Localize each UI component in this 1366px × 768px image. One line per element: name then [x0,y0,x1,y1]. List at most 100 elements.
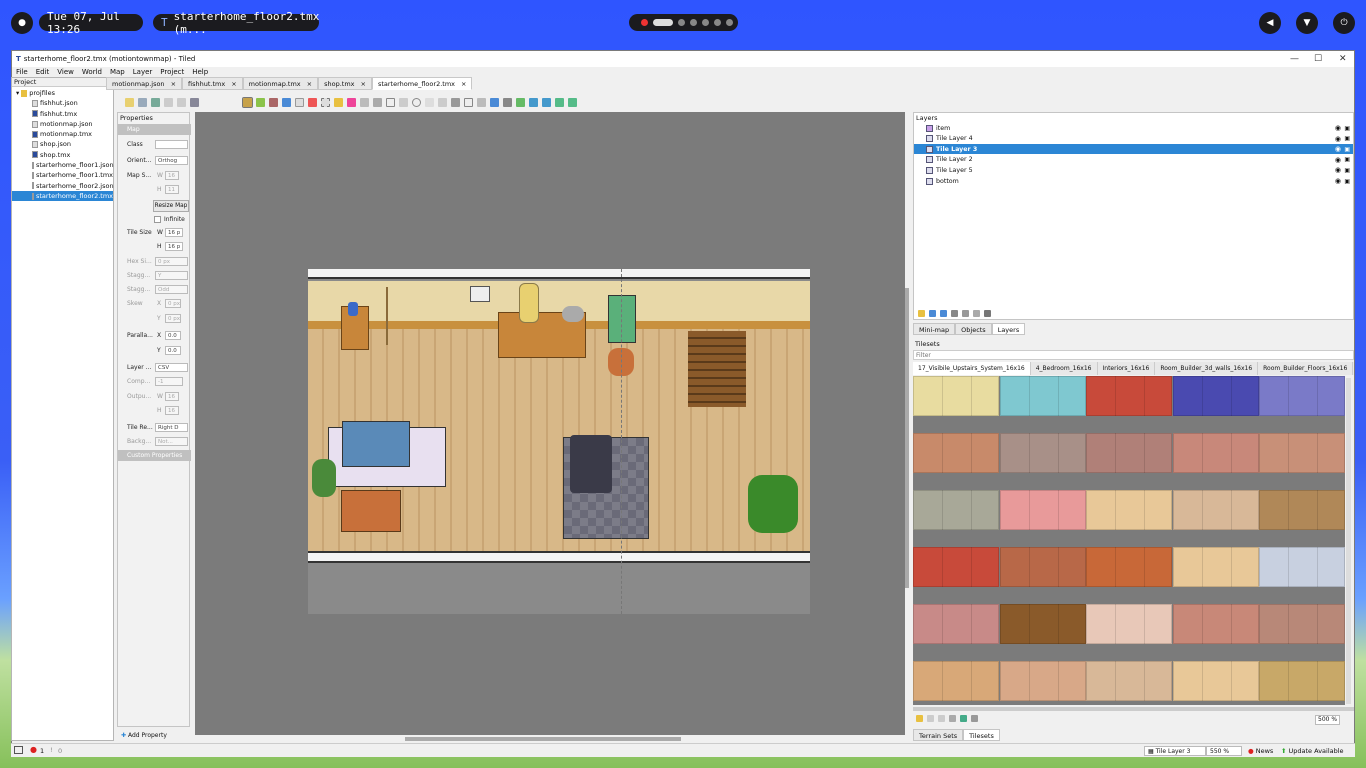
tile-swatch[interactable] [1259,604,1345,644]
bucket-fill-icon[interactable] [282,97,291,107]
rotate-ccw-icon[interactable] [568,97,577,107]
tree-folder-projfiles[interactable]: ▾ projfiles [12,88,113,98]
power-icon[interactable]: ⏻ [1333,12,1355,34]
layer-row[interactable]: Tile Layer 2 ◉ ▣ [914,155,1353,165]
insert-point-icon[interactable] [399,97,408,107]
delete-layer-icon[interactable] [962,310,969,317]
visibility-eye-icon[interactable]: ◉ [1335,156,1341,164]
canvas-vscrollbar[interactable] [905,288,909,588]
stagger-index-combo[interactable]: Odd [155,285,188,294]
tile-width-field[interactable]: 16 p [165,228,183,237]
section-map[interactable]: Map [118,124,191,135]
tile-swatch[interactable] [1086,604,1172,644]
tile-swatch[interactable] [1259,433,1345,473]
edit-polygons-icon[interactable] [373,97,382,107]
visibility-eye-icon[interactable]: ◉ [1335,177,1341,185]
stamp-brush-icon[interactable] [242,96,253,108]
zoom-combo[interactable]: 550 % [1206,746,1242,756]
tileset-tab[interactable]: Room_Builder_Floors_16x16 [1258,362,1354,375]
tile-height-field[interactable]: 16 p [165,242,183,251]
document-tab[interactable]: motionmap.tmx × [242,77,319,90]
tile-swatch[interactable] [999,661,1086,701]
raise-layer-icon[interactable] [929,310,936,317]
tile-swatch[interactable] [913,490,999,530]
tileset-vscrollbar[interactable] [1346,378,1351,704]
duplicate-layer-icon[interactable] [951,310,958,317]
insert-rectangle-icon[interactable] [386,97,395,107]
new-layer-icon[interactable] [918,310,925,317]
lock-icon[interactable]: ▣ [1344,167,1350,174]
save-icon[interactable] [151,97,160,107]
tab-tilesets[interactable]: Tilesets [963,729,1000,741]
clock[interactable]: Tue 07, Jul 13:26 [39,10,143,36]
magic-wand-icon[interactable] [334,97,343,107]
section-custom-properties[interactable]: Custom Properties [118,450,191,461]
document-tab[interactable]: motionmap.json × [106,77,183,90]
tile-swatch[interactable] [1259,376,1345,416]
close-icon[interactable]: × [231,80,236,88]
close-icon[interactable]: × [171,80,176,88]
terrain-brush-icon[interactable] [256,97,265,107]
map-height-field[interactable]: 11 [165,185,179,194]
lock-icon[interactable]: ▣ [1344,146,1350,153]
tree-file[interactable]: starterhome_floor2.tmx [12,190,113,202]
volume-icon[interactable]: ◀ [1259,12,1281,34]
rect-select-icon[interactable] [321,97,330,107]
flip-horizontal-icon[interactable] [529,97,538,107]
tile-swatch[interactable] [1086,661,1172,701]
lock-icon[interactable]: ▣ [1344,156,1350,163]
tile-swatch[interactable] [1172,547,1259,587]
news-button[interactable]: ● News [1248,747,1273,755]
close-icon[interactable]: × [361,80,366,88]
open-file-icon[interactable] [138,97,147,107]
add-property-button[interactable]: ✚ Add Property [121,732,167,739]
render-order-combo[interactable]: Right D [155,423,188,432]
dynamic-wrap-icon[interactable] [960,715,967,722]
tile-swatch[interactable] [1172,376,1259,416]
tileset-filter-input[interactable] [913,350,1354,360]
tile-swatch[interactable] [1172,604,1259,644]
menu-edit[interactable]: Edit [36,68,50,76]
visibility-eye-icon[interactable]: ◉ [1335,124,1341,132]
tileset-tab[interactable]: 4_Bedroom_16x16 [1031,362,1098,375]
tileset-tab[interactable]: Interiors_16x16 [1098,362,1156,375]
map-width-field[interactable]: 16 [165,171,179,180]
move-icon[interactable] [490,97,499,107]
tile-swatch[interactable] [913,376,999,416]
document-tab[interactable]: fishhut.tmx × [182,77,243,90]
layer-row[interactable]: item ◉ ▣ [914,123,1353,133]
tile-swatch[interactable] [1086,433,1172,473]
tree-file[interactable]: fishhut.json [12,98,113,108]
embed-tileset-icon[interactable] [927,715,934,722]
background-color-button[interactable]: Not... [155,437,188,446]
visibility-eye-icon[interactable]: ◉ [1335,166,1341,174]
skew-y-field[interactable]: 0 px [165,314,181,323]
rotate-icon[interactable] [555,97,564,107]
layer-row[interactable]: Tile Layer 3 ◉ ▣ [914,144,1353,155]
window-titlebar[interactable]: T starterhome_floor2.tmx (motiontownmap)… [12,51,1354,67]
layer-row[interactable]: Tile Layer 5 ◉ ▣ [914,165,1353,175]
new-tileset-icon[interactable] [916,715,923,722]
tree-file[interactable]: shop.tmx [12,150,113,160]
undo-icon[interactable] [164,97,173,107]
tree-file[interactable]: starterhome_floor1.json [12,160,114,170]
document-tab[interactable]: starterhome_floor2.tmx × [371,77,473,90]
command-icon[interactable] [190,97,199,107]
world-tool-icon[interactable] [477,97,486,107]
compression-field[interactable]: -1 [155,377,183,386]
menu-view[interactable]: View [57,68,74,76]
tileset-view[interactable] [913,376,1345,705]
stagger-axis-combo[interactable]: Y [155,271,188,280]
tile-swatch[interactable] [913,547,999,587]
tile-swatch[interactable] [1086,376,1172,416]
tile-swatch[interactable] [1172,661,1259,701]
resize-map-button[interactable]: Resize Map [153,200,189,212]
tile-swatch[interactable] [1259,661,1345,701]
output-h-field[interactable]: 16 [165,406,179,415]
wang-brush-icon[interactable] [269,97,278,107]
lock-icon[interactable]: ▣ [1344,125,1350,132]
flip-vertical-icon[interactable] [542,97,551,107]
menu-world[interactable]: World [82,68,102,76]
insert-template-icon[interactable] [451,97,460,107]
visibility-eye-icon[interactable]: ◉ [1335,145,1341,153]
